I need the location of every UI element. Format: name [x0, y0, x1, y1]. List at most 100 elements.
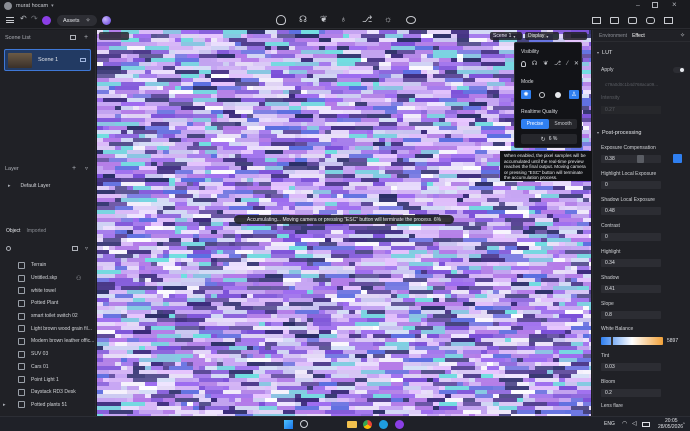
- post-processing-header[interactable]: ▾ Post-processing: [593, 128, 690, 137]
- lut-file-field[interactable]: c79a0d0c1b4d768aca09...: [601, 80, 683, 88]
- quality-smooth-button[interactable]: Smooth: [549, 119, 577, 129]
- ai-orb-icon[interactable]: [102, 16, 111, 25]
- wifi-icon[interactable]: ◠: [622, 420, 627, 427]
- add-object-icon[interactable]: ☊: [532, 60, 537, 67]
- param-value-field[interactable]: 0.8: [601, 311, 661, 319]
- render-queue-icon[interactable]: [664, 17, 673, 24]
- object-list-item[interactable]: Untitled.skp ⚇: [0, 272, 96, 285]
- param-value-field[interactable]: 0: [601, 233, 661, 241]
- scene-item[interactable]: Scene 1: [4, 49, 91, 71]
- mode-white-button[interactable]: [553, 90, 563, 99]
- slider-handle[interactable]: [611, 337, 613, 345]
- panorama-icon[interactable]: [646, 17, 655, 24]
- quality-precise-button[interactable]: Precise: [521, 119, 549, 129]
- chevron-down-icon[interactable]: ▾: [51, 3, 54, 9]
- redo-icon[interactable]: ↷: [31, 14, 38, 23]
- light-bulb-icon[interactable]: [521, 60, 526, 67]
- add-scene-icon[interactable]: [70, 35, 76, 40]
- apply-toggle[interactable]: [673, 66, 685, 73]
- plugin-logo-icon[interactable]: [42, 16, 51, 25]
- leaf-icon[interactable]: ❦: [543, 60, 548, 67]
- object-list-item[interactable]: SUV 03: [0, 348, 96, 361]
- magic-icon[interactable]: ✧: [680, 32, 685, 39]
- intensity-value[interactable]: 0.27: [601, 106, 661, 114]
- tab-environment[interactable]: Environment: [599, 33, 627, 39]
- param-value-field[interactable]: 0.48: [601, 207, 661, 215]
- add-object-icon[interactable]: ☊: [299, 14, 307, 25]
- tab-imported[interactable]: Imported: [26, 228, 46, 234]
- video-icon[interactable]: [610, 17, 619, 24]
- tab-effect[interactable]: Effect: [632, 33, 645, 39]
- search-icon[interactable]: [300, 420, 308, 428]
- accumulate-toggle[interactable]: ↻ 6 %: [521, 134, 577, 144]
- white-balance-slider[interactable]: [601, 337, 663, 345]
- sun-icon[interactable]: ☼: [384, 14, 392, 24]
- mode-realtime-button[interactable]: ✺: [521, 90, 531, 99]
- notification-bell-icon[interactable]: ◔: [682, 421, 685, 427]
- param-value-field[interactable]: 0: [601, 181, 661, 189]
- param-value-field[interactable]: 0.38: [601, 155, 661, 163]
- clock-date[interactable]: 28/05/2026: [658, 424, 683, 430]
- add-icon[interactable]: +: [84, 34, 88, 41]
- assets-button[interactable]: Assets ✧: [57, 15, 97, 26]
- filter-icon[interactable]: ▿: [85, 165, 88, 172]
- file-explorer-icon[interactable]: [347, 421, 357, 428]
- scene-camera-icon[interactable]: [80, 58, 86, 62]
- object-list-item[interactable]: Daystack RD3 Desk: [0, 386, 96, 399]
- material-icon[interactable]: ♁: [340, 14, 347, 24]
- user-avatar[interactable]: [4, 2, 12, 10]
- volume-icon[interactable]: ◁: [632, 420, 637, 427]
- viewport-right-tools[interactable]: [563, 32, 587, 40]
- camera-icon[interactable]: [628, 17, 637, 24]
- object-list-item[interactable]: Potted Plant: [0, 297, 96, 310]
- filter-icon[interactable]: ▿: [85, 245, 88, 252]
- object-list-item[interactable]: Light brown wood grain fil...: [0, 322, 96, 335]
- chrome-icon[interactable]: [363, 420, 372, 429]
- slider-handle[interactable]: [637, 155, 644, 163]
- undo-icon[interactable]: ↶: [20, 14, 27, 23]
- battery-icon[interactable]: [642, 422, 650, 427]
- hide-icon[interactable]: ✕: [574, 60, 579, 67]
- edge-icon[interactable]: [379, 420, 388, 429]
- maximize-button[interactable]: [652, 2, 658, 8]
- display-dropdown[interactable]: Display ▾: [525, 32, 559, 40]
- layer-item[interactable]: ▸ Default Layer: [0, 181, 96, 191]
- close-button[interactable]: ×: [672, 0, 677, 9]
- wand-icon[interactable]: ⁄: [567, 61, 568, 67]
- cloud-icon[interactable]: [406, 16, 416, 24]
- object-list-item[interactable]: Point Light 1: [0, 373, 96, 386]
- expand-arrow-icon[interactable]: ▸: [8, 183, 11, 189]
- mode-sphere-button[interactable]: [537, 90, 547, 99]
- param-value-field[interactable]: 0.41: [601, 285, 661, 293]
- object-list-item[interactable]: smart toilet switch 02: [0, 310, 96, 323]
- group-icon[interactable]: [72, 246, 78, 251]
- app-icon[interactable]: [395, 420, 404, 429]
- language-indicator[interactable]: ENG: [604, 421, 615, 427]
- object-list-item[interactable]: Terrain: [0, 259, 96, 272]
- object-list-item[interactable]: ▸ Potted plants 51: [0, 399, 96, 412]
- object-list-item[interactable]: white towel: [0, 284, 96, 297]
- leaf-icon[interactable]: ❦: [320, 14, 328, 25]
- lut-header[interactable]: ▾ LUT: [593, 48, 690, 57]
- image-icon[interactable]: [592, 17, 601, 24]
- noise-block: [241, 306, 253, 310]
- object-list-item[interactable]: Modern brown leather offic...: [0, 335, 96, 348]
- path-icon[interactable]: ⎇: [554, 60, 561, 67]
- person-icon[interactable]: ⚇: [76, 275, 81, 282]
- object-list-item[interactable]: Cars 01: [0, 361, 96, 374]
- param-value-field[interactable]: 0.2: [601, 389, 661, 397]
- minimize-button[interactable]: –: [636, 2, 640, 9]
- mode-path-button[interactable]: ♙: [569, 90, 579, 99]
- link-icon[interactable]: [673, 154, 682, 163]
- windows-start-icon[interactable]: [284, 420, 293, 429]
- param-value-field[interactable]: 0.34: [601, 259, 661, 267]
- param-value-field[interactable]: 0.03: [601, 363, 661, 371]
- light-bulb-icon[interactable]: [276, 15, 286, 25]
- noise-block: [283, 38, 295, 42]
- add-layer-icon[interactable]: +: [72, 165, 76, 172]
- scene-dropdown[interactable]: Scene 1 ▾: [490, 32, 522, 40]
- animation-icon[interactable]: ⎇: [362, 14, 372, 25]
- expand-arrow-icon[interactable]: ▸: [3, 402, 6, 408]
- search-icon[interactable]: [6, 246, 11, 251]
- tab-object[interactable]: Object: [6, 228, 20, 234]
